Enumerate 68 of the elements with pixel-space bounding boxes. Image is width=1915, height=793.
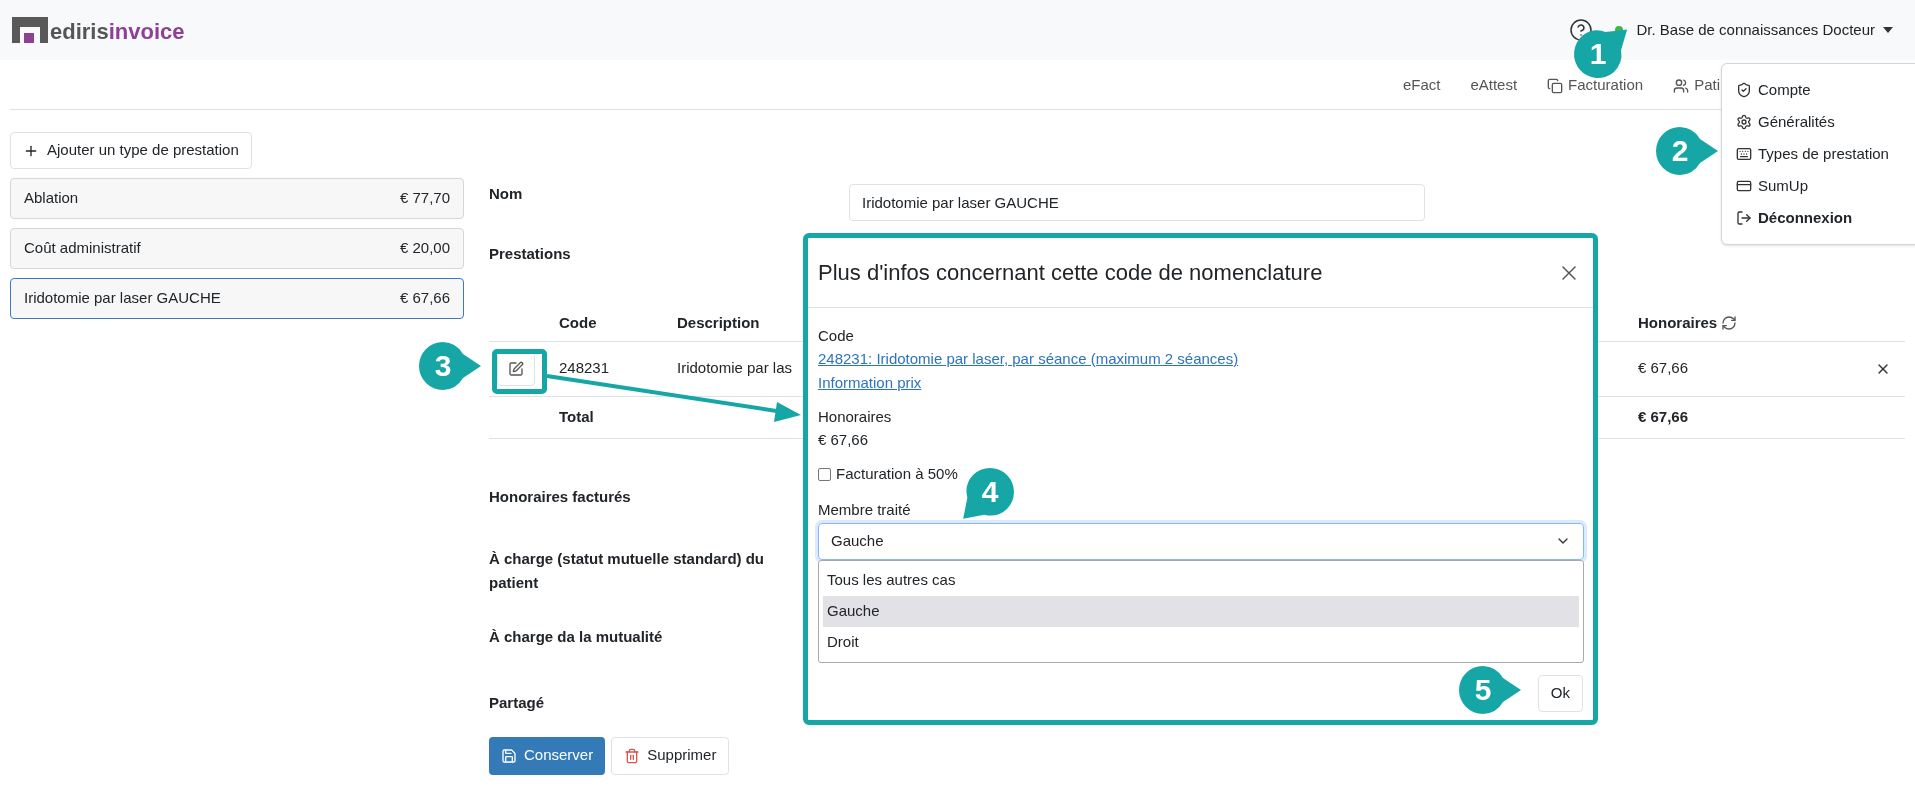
service-type-item[interactable]: Iridotomie par laser GAUCHE € 67,66 xyxy=(10,278,464,319)
total-value: € 67,66 xyxy=(1638,406,1690,427)
nav-link[interactable]: eAttest xyxy=(1470,74,1518,97)
field-label: Prestations xyxy=(489,244,571,264)
column-header: Description xyxy=(677,313,760,331)
total-label: Total xyxy=(559,406,595,427)
service-type-name: Ablation xyxy=(24,188,79,209)
refresh-icon[interactable] xyxy=(1721,315,1738,331)
service-type-item[interactable]: Ablation € 77,70 xyxy=(10,178,464,219)
callout-badge: 3 xyxy=(403,326,483,406)
logout-icon xyxy=(1736,210,1752,226)
fee-value: € 67,66 xyxy=(818,430,869,450)
user-menu-button[interactable]: Dr. Base de connaissances Docteur xyxy=(1636,18,1893,42)
keyboard-icon xyxy=(1736,146,1752,162)
menu-item[interactable]: Déconnexion xyxy=(1722,202,1915,234)
table-cell-text: Iridotomie par las xyxy=(677,358,793,379)
table-cell-text: 248231 xyxy=(559,358,611,379)
field-label: Honoraires facturés xyxy=(489,486,632,507)
select-option[interactable]: Gauche xyxy=(823,595,1579,627)
logo-icon xyxy=(12,17,48,43)
menu-item[interactable]: SumUp xyxy=(1722,170,1915,202)
help-icon[interactable] xyxy=(1568,18,1593,42)
trash-icon xyxy=(624,747,641,764)
service-type-price: € 20,00 xyxy=(399,238,450,259)
modal-title: Plus d'infos concernant cette code de nomenclature xyxy=(818,259,1323,287)
field-label: Membre traité xyxy=(818,499,911,520)
ok-button[interactable]: Ok xyxy=(1537,675,1583,712)
field-label: Code xyxy=(818,326,854,346)
settings-icon xyxy=(1736,114,1752,130)
price-info-link[interactable]: Information prix xyxy=(818,371,922,395)
code-link[interactable]: 248231: Iridotomie par laser, par séance (maximum 2 séances) xyxy=(818,347,1239,371)
name-input-field[interactable]: Iridotomie par laser GAUCHE xyxy=(849,184,1425,221)
add-service-type-button[interactable]: Ajouter un type de prestation xyxy=(10,132,252,169)
menu-item[interactable]: Types de prestation xyxy=(1722,138,1915,170)
field-label: À charge (statut mutuelle standard) du patient xyxy=(489,548,766,593)
select-option[interactable]: Tous les autres cas xyxy=(823,564,1579,596)
delete-button[interactable]: Supprimer xyxy=(611,736,730,775)
nav-link[interactable]: Pati xyxy=(1673,74,1720,97)
service-type-name: Iridotomie par laser GAUCHE xyxy=(24,288,221,309)
menu-item[interactable]: Compte xyxy=(1722,74,1915,106)
save-icon xyxy=(501,747,517,764)
callout-badge: 2 xyxy=(1640,111,1720,191)
service-type-name: Coût administratif xyxy=(24,238,141,259)
nav-link[interactable]: eFact xyxy=(1402,74,1441,97)
checkbox[interactable] xyxy=(818,467,831,481)
service-type-price: € 67,66 xyxy=(399,288,450,309)
field-label: Partagé xyxy=(489,692,546,713)
column-header: Code xyxy=(559,312,598,333)
logo-text: edirisinvoice xyxy=(50,21,185,43)
table-cell-text: € 67,66 xyxy=(1638,358,1690,379)
column-header: Honoraires xyxy=(1638,312,1718,333)
caret-icon xyxy=(1883,27,1893,33)
service-type-item[interactable]: Coût administratif € 20,00 xyxy=(10,228,464,269)
highlight-frame xyxy=(492,349,547,394)
shield-icon xyxy=(1736,82,1752,98)
save-button[interactable]: Conserver xyxy=(489,736,606,775)
copy-icon xyxy=(1547,77,1564,94)
member-select[interactable]: Gauche xyxy=(818,522,1584,560)
field-label: Honoraires xyxy=(818,407,892,427)
field-label: Nom xyxy=(489,184,524,205)
checkbox-label: Facturation à 50% xyxy=(836,464,958,484)
menu-item[interactable]: Généralités xyxy=(1722,106,1915,138)
field-label: À charge da la mutualité xyxy=(489,626,664,647)
card-icon xyxy=(1736,178,1752,194)
nav-link[interactable]: Facturation xyxy=(1547,74,1644,97)
edit-icon xyxy=(508,360,524,377)
people-icon xyxy=(1673,77,1690,94)
service-type-price: € 77,70 xyxy=(399,188,450,209)
